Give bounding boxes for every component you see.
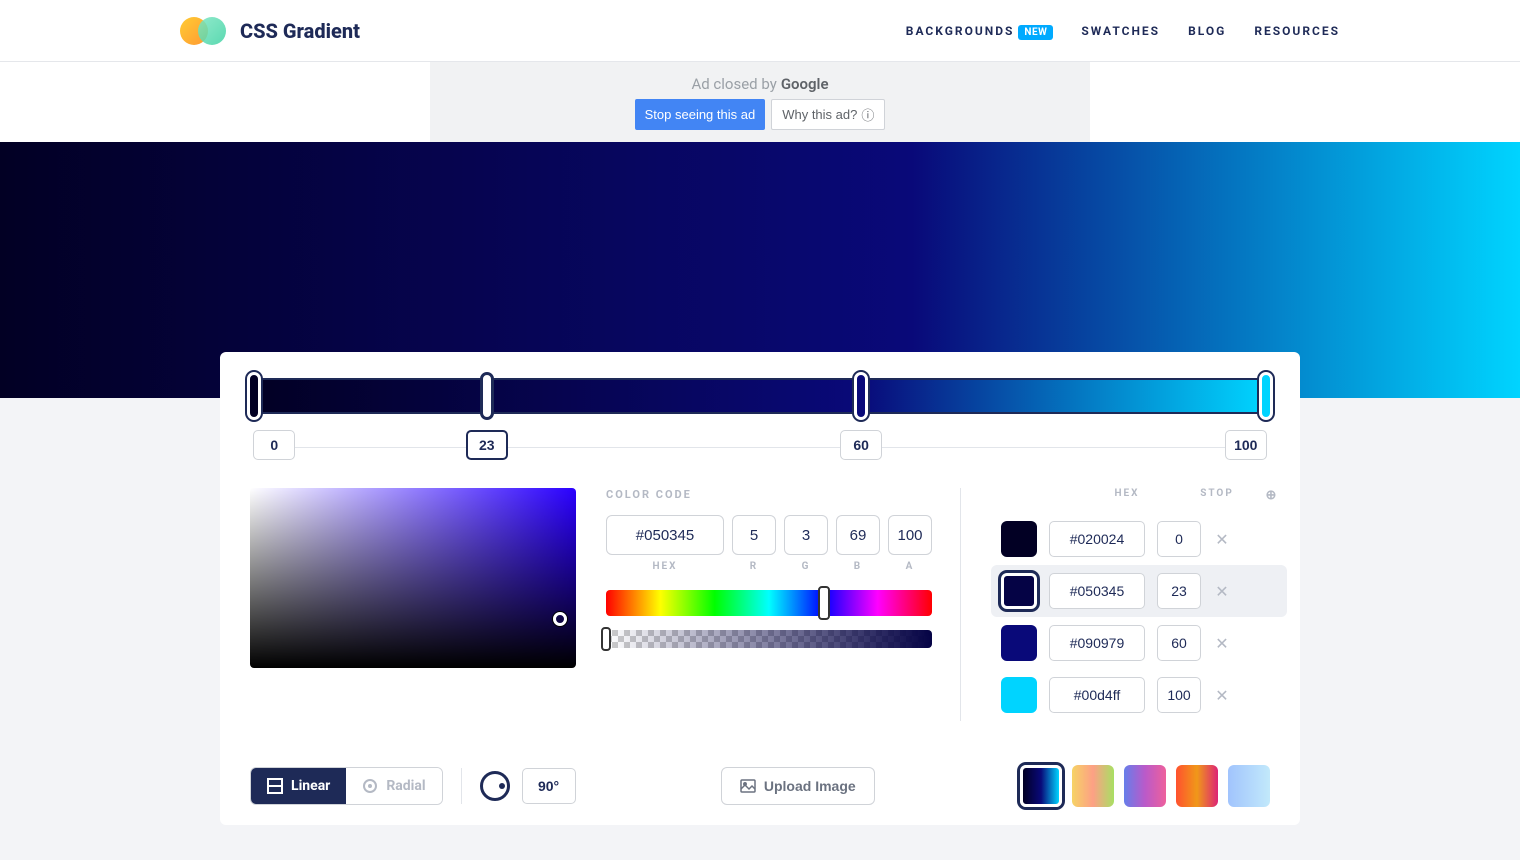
preset-2[interactable] (1124, 765, 1166, 807)
image-icon (740, 778, 756, 794)
pos-input-0[interactable] (253, 430, 295, 460)
radial-icon (362, 778, 378, 794)
preset-1[interactable] (1072, 765, 1114, 807)
stop-row-3[interactable]: ✕ (991, 669, 1287, 721)
upload-image-button[interactable]: Upload Image (721, 767, 875, 805)
stops-hex-label: HEX (1079, 488, 1175, 503)
stop-row-2[interactable]: ✕ (991, 617, 1287, 669)
stop-delete-0[interactable]: ✕ (1213, 530, 1231, 548)
stop-row-1[interactable]: ✕ (991, 565, 1287, 617)
stop-delete-2[interactable]: ✕ (1213, 634, 1231, 652)
header: CSS Gradient BACKGROUNDSNEW SWATCHES BLO… (0, 0, 1520, 62)
ad-why-button[interactable]: Why this ad?ⓘ (771, 99, 885, 130)
radial-button[interactable]: Radial (346, 768, 441, 804)
add-stop-button[interactable]: ⊕ (1263, 488, 1281, 503)
bottom-controls: Linear Radial Upload Image (250, 749, 1270, 807)
brand-title: CSS Gradient (240, 19, 360, 43)
nav: BACKGROUNDSNEW SWATCHES BLOG RESOURCES (906, 24, 1340, 38)
angle-wheel[interactable] (480, 771, 510, 801)
stop-pos-input-0[interactable] (1157, 521, 1201, 557)
preset-4[interactable] (1228, 765, 1270, 807)
stop-swatch-2[interactable] (1001, 625, 1037, 661)
preset-0[interactable] (1020, 765, 1062, 807)
stop-hex-input-3[interactable] (1049, 677, 1145, 713)
gradient-bar-wrap (254, 378, 1266, 414)
stop-pos-input-2[interactable] (1157, 625, 1201, 661)
stop-swatch-0[interactable] (1001, 521, 1037, 557)
gradient-bar[interactable] (254, 378, 1266, 414)
b-sublabel: B (836, 561, 880, 572)
stop-handle-2[interactable] (854, 372, 868, 420)
nav-resources[interactable]: RESOURCES (1254, 24, 1340, 38)
a-input[interactable] (888, 515, 932, 555)
color-code-label: COLOR CODE (606, 488, 932, 501)
linear-icon (267, 778, 283, 794)
stop-pos-input-3[interactable] (1157, 677, 1201, 713)
stop-swatch-1[interactable] (1001, 573, 1037, 609)
badge-new: NEW (1018, 25, 1053, 40)
sv-cursor[interactable] (553, 612, 567, 626)
stops-stop-label: STOP (1195, 488, 1239, 503)
stop-swatch-3[interactable] (1001, 677, 1037, 713)
linear-button[interactable]: Linear (251, 768, 346, 804)
pos-input-2[interactable] (840, 430, 882, 460)
g-sublabel: G (784, 561, 828, 572)
stop-delete-1[interactable]: ✕ (1213, 582, 1231, 600)
nav-swatches[interactable]: SWATCHES (1081, 24, 1160, 38)
type-segment: Linear Radial (250, 767, 443, 805)
ad-wrap: Ad closed by Google Stop seeing this ad … (0, 62, 1520, 142)
stop-delete-3[interactable]: ✕ (1213, 686, 1231, 704)
position-row (254, 430, 1266, 464)
stop-handle-3[interactable] (1259, 372, 1273, 420)
stop-row-0[interactable]: ✕ (991, 513, 1287, 565)
b-input[interactable] (836, 515, 880, 555)
logo-block[interactable]: CSS Gradient (180, 17, 360, 45)
nav-backgrounds[interactable]: BACKGROUNDSNEW (906, 24, 1054, 38)
hue-handle[interactable] (818, 586, 830, 620)
preset-3[interactable] (1176, 765, 1218, 807)
color-picker (250, 488, 576, 721)
hex-sublabel: HEX (606, 561, 724, 572)
info-icon: ⓘ (861, 105, 874, 124)
alpha-slider[interactable] (606, 630, 932, 648)
hex-input[interactable] (606, 515, 724, 555)
ad-closed-text: Ad closed by Google (691, 75, 828, 93)
alpha-handle[interactable] (601, 627, 611, 651)
a-sublabel: A (888, 561, 932, 572)
hue-slider[interactable] (606, 590, 932, 616)
pos-input-3[interactable] (1225, 430, 1267, 460)
tool-panel: COLOR CODE HEX R G B A (220, 352, 1300, 825)
preset-swatches (1020, 765, 1270, 807)
r-input[interactable] (732, 515, 776, 555)
stop-hex-input-2[interactable] (1049, 625, 1145, 661)
g-input[interactable] (784, 515, 828, 555)
stop-hex-input-1[interactable] (1049, 573, 1145, 609)
stop-pos-input-1[interactable] (1157, 573, 1201, 609)
ad-box: Ad closed by Google Stop seeing this ad … (430, 62, 1090, 142)
stop-hex-input-0[interactable] (1049, 521, 1145, 557)
pos-input-1[interactable] (466, 430, 508, 460)
logo-icon (180, 17, 228, 45)
color-code-section: COLOR CODE HEX R G B A (606, 488, 961, 721)
saturation-value-area[interactable] (250, 488, 576, 668)
stops-panel: HEX STOP ⊕ ✕ ✕ ✕ ✕ (991, 488, 1287, 721)
angle-input[interactable] (522, 768, 576, 804)
r-sublabel: R (732, 561, 776, 572)
divider (461, 768, 462, 804)
stop-handle-1[interactable] (480, 372, 494, 420)
nav-blog[interactable]: BLOG (1188, 24, 1226, 38)
stop-handle-0[interactable] (247, 372, 261, 420)
ad-stop-button[interactable]: Stop seeing this ad (635, 99, 766, 130)
